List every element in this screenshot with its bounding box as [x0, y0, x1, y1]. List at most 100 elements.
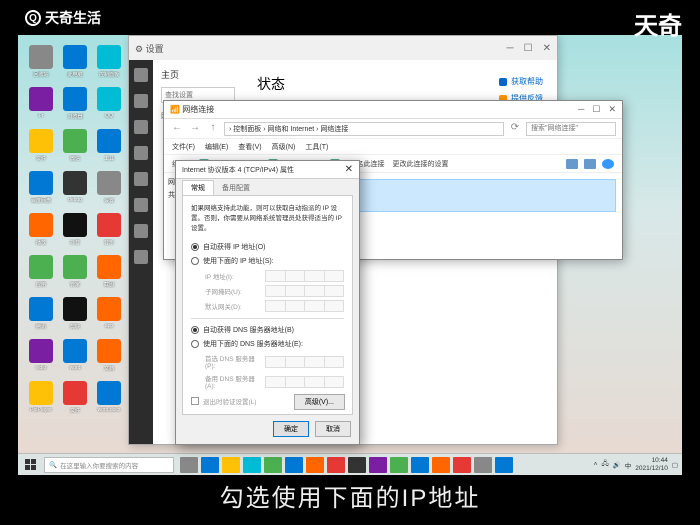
rail-icon[interactable] — [134, 146, 148, 160]
rail-icon[interactable] — [134, 120, 148, 134]
desktop-icon[interactable]: 管家 — [60, 255, 90, 293]
taskbar-app-icon[interactable] — [474, 457, 492, 473]
taskbar-app-icon[interactable] — [369, 457, 387, 473]
help-link[interactable]: 获取帮助 — [499, 76, 543, 87]
desktop-icon[interactable]: 微信 — [60, 129, 90, 167]
help-icon[interactable] — [602, 159, 614, 169]
taskbar-app-icon[interactable] — [390, 457, 408, 473]
nav-home[interactable]: 主页 — [161, 68, 235, 81]
desktop-icon[interactable]: 百度网盘 — [26, 171, 56, 209]
taskbar-app-icon[interactable] — [264, 457, 282, 473]
desktop-icon[interactable]: PotPlayer — [26, 381, 56, 419]
task-view-icon[interactable] — [180, 457, 198, 473]
refresh-icon[interactable]: ⟳ — [508, 122, 522, 136]
settings-rail — [129, 60, 153, 444]
rail-icon[interactable] — [134, 198, 148, 212]
desktop-icon[interactable]: word — [60, 339, 90, 377]
icon-label: 文档 — [94, 365, 124, 372]
desktop-icon[interactable]: 控制面板 — [94, 45, 124, 83]
taskbar-app-icon[interactable] — [243, 457, 261, 473]
address-bar[interactable]: › 控制面板 › 网络和 Internet › 网络连接 — [224, 122, 504, 136]
manual-dns-radio[interactable]: 使用下面的 DNS 服务器地址(E): — [191, 339, 344, 349]
desktop-icon[interactable]: 腾讯 — [26, 297, 56, 335]
close-icon[interactable]: ✕ — [345, 164, 353, 175]
tab-general[interactable]: 常规 — [182, 180, 214, 195]
taskbar-clock[interactable]: 10:44 2021/12/10 — [635, 457, 668, 473]
icon-label: PotPlayer — [26, 407, 56, 413]
tab-alternate[interactable]: 备用配置 — [214, 181, 258, 195]
desktop-icon[interactable]: 截图 — [94, 255, 124, 293]
menu-item[interactable]: 工具(T) — [305, 142, 328, 152]
rail-icon[interactable] — [134, 250, 148, 264]
manual-ip-radio[interactable]: 使用下面的 IP 地址(S): — [191, 256, 344, 266]
desktop-icon[interactable]: 应用 — [26, 255, 56, 293]
view-icon[interactable] — [584, 159, 596, 169]
advanced-button[interactable]: 高级(V)... — [294, 394, 345, 410]
desktop-icon[interactable]: 工具 — [94, 129, 124, 167]
desktop-icon[interactable]: 文件 — [26, 129, 56, 167]
desktop-icon[interactable]: vidio — [26, 339, 56, 377]
maximize-icon[interactable]: ☐ — [524, 43, 533, 54]
tray-chevron-icon[interactable]: ˄ — [594, 461, 598, 468]
desktop-icon[interactable]: 文档 — [94, 339, 124, 377]
rail-icon[interactable] — [134, 224, 148, 238]
rail-icon[interactable] — [134, 172, 148, 186]
menu-item[interactable]: 查看(V) — [238, 142, 261, 152]
close-icon[interactable]: ✕ — [608, 104, 616, 115]
taskbar-app-icon[interactable] — [285, 457, 303, 473]
desktop-icon[interactable]: 抖音 — [60, 213, 90, 251]
desktop-icon[interactable]: QQ — [94, 87, 124, 125]
menu-item[interactable]: 编辑(E) — [205, 142, 228, 152]
taskbar-app-icon[interactable] — [453, 457, 471, 473]
desktop-icon[interactable]: debug — [60, 171, 90, 209]
taskbar-app-icon[interactable] — [411, 457, 429, 473]
minimize-icon[interactable]: ─ — [507, 43, 514, 54]
back-icon[interactable]: ← — [170, 122, 184, 136]
taskbar-app-icon[interactable] — [495, 457, 513, 473]
start-button[interactable] — [22, 457, 40, 473]
app-icon — [97, 45, 121, 69]
explorer-title: 网络连接 — [182, 104, 214, 115]
ipv4-properties-dialog: Internet 协议版本 4 (TCP/IPv4) 属性 ✕ 常规 备用配置 … — [175, 160, 360, 445]
tray-volume-icon[interactable]: 🔊 — [613, 461, 621, 469]
taskbar-app-icon[interactable] — [327, 457, 345, 473]
tray-ime-icon[interactable]: 中 — [625, 460, 632, 470]
cancel-button[interactable]: 取消 — [315, 421, 351, 437]
desktop-icon[interactable]: Pr — [26, 87, 56, 125]
tray-network-icon[interactable]: 🖧 — [601, 459, 608, 470]
auto-ip-radio[interactable]: 自动获得 IP 地址(O) — [191, 242, 344, 252]
menu-item[interactable]: 文件(F) — [172, 142, 195, 152]
taskbar-app-icon[interactable] — [222, 457, 240, 473]
desktop-icon[interactable]: 此电脑 — [60, 45, 90, 83]
maximize-icon[interactable]: ☐ — [592, 104, 600, 115]
explorer-search-input[interactable] — [526, 122, 616, 136]
desktop-icon[interactable]: app — [94, 297, 124, 335]
rail-icon[interactable] — [134, 94, 148, 108]
taskbar-app-icon[interactable] — [306, 457, 324, 473]
taskbar-search-input[interactable]: 🔍 在这里输入你要搜索的内容 — [44, 457, 174, 473]
desktop-icon[interactable]: 播放 — [26, 213, 56, 251]
close-icon[interactable]: ✕ — [543, 43, 551, 54]
desktop-icon[interactable]: word.docx — [94, 381, 124, 419]
forward-icon[interactable]: → — [188, 122, 202, 136]
desktop-icon[interactable]: 浏览器 — [60, 87, 90, 125]
auto-dns-radio[interactable]: 自动获得 DNS 服务器地址(B) — [191, 325, 344, 335]
ok-button[interactable]: 确定 — [273, 421, 309, 437]
taskbar-app-icon[interactable] — [432, 457, 450, 473]
desktop-icon[interactable]: 剪映 — [60, 297, 90, 335]
app-icon — [29, 255, 53, 279]
desktop-icon[interactable]: 文件 — [60, 381, 90, 419]
taskbar-app-icon[interactable] — [201, 457, 219, 473]
desktop-icon[interactable]: 回收站 — [26, 45, 56, 83]
up-icon[interactable]: ↑ — [206, 122, 220, 136]
taskbar-app-icon[interactable] — [348, 457, 366, 473]
change-settings-button[interactable]: 更改此连接的设置 — [392, 159, 448, 169]
desktop[interactable]: 回收站此电脑控制面板EdgePr浏览器QQ应用文件微信工具图片百度网盘debug… — [18, 35, 682, 475]
minimize-icon[interactable]: ─ — [578, 104, 584, 115]
menu-item[interactable]: 高级(N) — [272, 142, 296, 152]
notification-icon[interactable]: ▢ — [672, 461, 678, 469]
rail-icon[interactable] — [134, 68, 148, 82]
desktop-icon[interactable]: 设置 — [94, 171, 124, 209]
view-icon[interactable] — [566, 159, 578, 169]
desktop-icon[interactable]: 音乐 — [94, 213, 124, 251]
